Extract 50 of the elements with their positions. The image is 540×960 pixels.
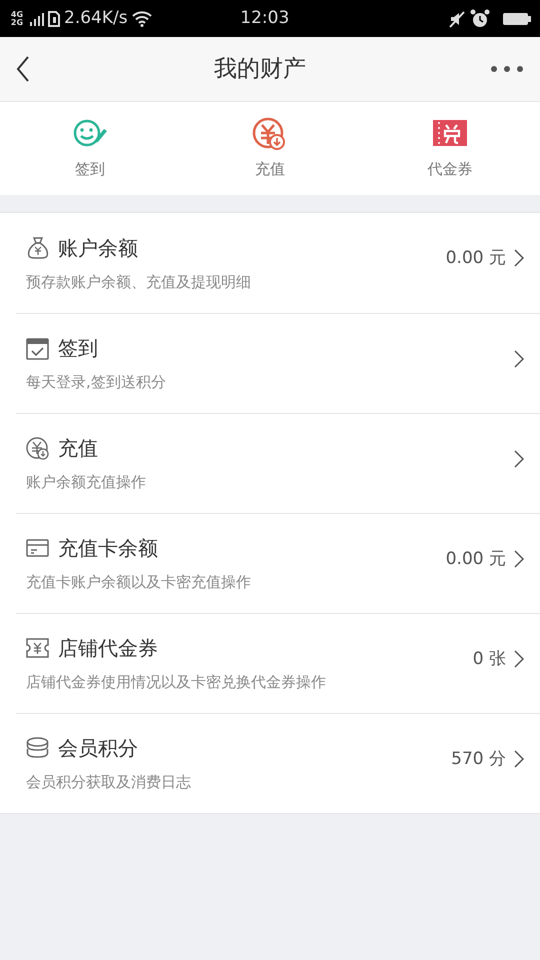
page-title: 我的财产 — [214, 54, 306, 84]
chevron-right-icon — [514, 550, 524, 568]
row-title: 会员积分 — [58, 735, 138, 762]
more-icon — [490, 65, 524, 73]
chevron-right-icon — [514, 750, 524, 768]
row-title: 账户余额 — [58, 234, 138, 262]
chevron-right-icon — [514, 350, 524, 368]
list-row[interactable]: 充值卡余额 充值卡账户余额以及卡密充值操作 0.00 元 — [16, 513, 540, 613]
list-row[interactable]: 充值 账户余额充值操作 — [16, 413, 540, 513]
yuan-coin-icon — [26, 436, 50, 460]
clock-time: 12:03 — [240, 6, 290, 30]
row-value: 0.00 元 — [446, 247, 506, 270]
row-subtitle: 店铺代金券使用情况以及卡密兑换代金券操作 — [26, 672, 327, 694]
row-subtitle: 预存款账户余额、充值及提现明细 — [26, 272, 252, 293]
more-button[interactable] — [490, 65, 524, 73]
calendar-check-icon — [26, 336, 50, 360]
quick-action-button[interactable]: 签到 — [0, 102, 180, 195]
quick-action-button[interactable]: 充值 — [180, 102, 360, 195]
coupon-icon — [26, 636, 50, 660]
quick-action-button[interactable]: 代金券 — [360, 102, 540, 195]
list-row[interactable]: 会员积分 会员积分获取及消费日志 570 分 — [16, 713, 540, 813]
chevron-right-icon — [514, 249, 524, 267]
alarm-icon — [470, 8, 490, 28]
wifi-icon — [132, 10, 152, 26]
sim-icon — [48, 10, 60, 26]
network-speed: 2.64K/s — [64, 6, 128, 30]
list-row[interactable]: 店铺代金券 店铺代金券使用情况以及卡密兑换代金券操作 0 张 — [16, 613, 540, 713]
money-bag-icon — [26, 236, 50, 260]
row-subtitle: 每天登录,签到送积分 — [26, 372, 167, 394]
mute-icon — [448, 10, 466, 28]
back-button[interactable] — [16, 56, 30, 82]
row-title: 签到 — [58, 335, 98, 362]
row-subtitle: 账户余额充值操作 — [26, 472, 147, 494]
battery-icon — [502, 10, 532, 26]
row-title: 店铺代金券 — [58, 635, 158, 662]
coin-stack-icon — [26, 736, 50, 760]
list-row[interactable]: 账户余额 预存款账户余额、充值及提现明细 0.00 元 — [16, 213, 540, 313]
chevron-right-icon — [514, 650, 524, 668]
row-subtitle: 会员积分获取及消费日志 — [26, 772, 192, 794]
row-subtitle: 充值卡账户余额以及卡密充值操作 — [26, 572, 252, 594]
network-label: 4G 2G — [10, 10, 24, 26]
row-title: 充值 — [58, 435, 98, 462]
row-value: 0.00 元 — [446, 548, 506, 571]
chevron-right-icon — [514, 450, 524, 468]
signal-icon — [30, 12, 44, 26]
back-icon — [16, 56, 30, 82]
row-title: 充值卡余额 — [58, 535, 158, 562]
row-value: 0 张 — [472, 648, 506, 671]
list-row[interactable]: 签到 每天登录,签到送积分 — [16, 313, 540, 413]
row-value: 570 分 — [451, 748, 506, 771]
